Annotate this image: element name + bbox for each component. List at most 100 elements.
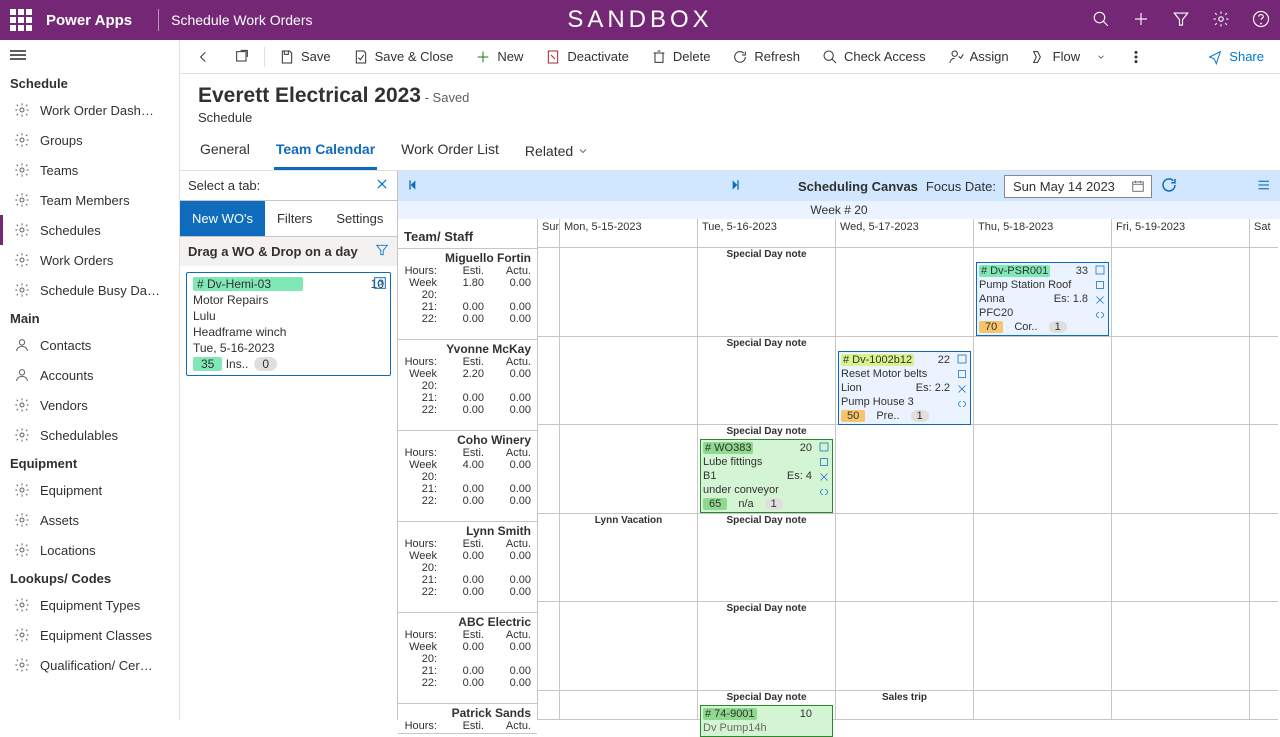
calendar-cell[interactable]: Special Day note # 74-900110 Dv Pump14h [698,691,835,720]
nav-item[interactable]: Groups [0,125,179,155]
calendar-cell[interactable] [1112,248,1249,337]
filter-icon[interactable] [375,243,389,260]
nav-item[interactable]: Schedule Busy Da… [0,275,179,305]
subtab-new-wos[interactable]: New WO's [180,201,265,236]
tab-related[interactable]: Related [523,135,591,170]
calendar-wo-card[interactable]: # Dv-1002b1222 Reset Motor belts LionEs:… [838,351,971,425]
calendar-cell[interactable] [1250,602,1278,691]
share-button[interactable]: Share [1199,45,1272,69]
nav-collapse-button[interactable] [0,40,179,70]
calendar-cell[interactable] [538,337,559,426]
calendar-cell[interactable] [974,691,1111,720]
calendar-cell[interactable] [538,514,559,603]
filter-icon[interactable] [1172,10,1190,31]
calendar-cell[interactable] [974,425,1111,514]
nav-item[interactable]: Accounts [0,360,179,390]
calendar-cell[interactable]: Special Day note [698,248,835,337]
calendar-cell[interactable] [560,602,697,691]
calendar-cell[interactable] [538,425,559,514]
tab-work-order-list[interactable]: Work Order List [399,135,501,170]
wo-card-action-icon[interactable] [372,275,388,294]
deactivate-button[interactable]: Deactivate [537,45,636,69]
nav-item[interactable]: Work Order Dash… [0,95,179,125]
nav-item[interactable]: Equipment [0,475,179,505]
nav-item[interactable]: Schedules [0,215,179,245]
nav-item[interactable]: Contacts [0,330,179,360]
calendar-cell[interactable] [538,691,559,720]
calendar-cell[interactable]: Special Day note [698,337,835,426]
back-button[interactable] [188,45,220,69]
panel-close-icon[interactable] [375,177,389,194]
search-icon[interactable] [1092,10,1110,31]
save-close-button[interactable]: Save & Close [345,45,462,69]
nav-item[interactable]: Locations [0,535,179,565]
nav-item[interactable]: Teams [0,155,179,185]
app-launcher-icon[interactable] [10,9,32,31]
next-week-button[interactable] [726,177,742,196]
calendar-refresh-icon[interactable] [1160,176,1178,197]
nav-item[interactable]: Equipment Classes [0,620,179,650]
open-new-window-button[interactable] [226,45,258,69]
nav-item[interactable]: Assets [0,505,179,535]
wo-card[interactable]: # Dv-Hemi-0310 Motor Repairs Lulu Headfr… [186,272,391,376]
calendar-cell[interactable] [1112,425,1249,514]
help-icon[interactable] [1252,10,1270,31]
tab-team-calendar[interactable]: Team Calendar [274,135,377,170]
prev-week-button[interactable] [406,177,422,196]
calendar-cell[interactable] [1250,691,1278,720]
nav-item-icon [14,397,30,413]
calendar-cell[interactable]: # Dv-PSR00133 Pump Station Roof AnnaEs: … [974,248,1111,337]
calendar-cell[interactable] [836,248,973,337]
calendar-cell[interactable]: Special Day note [698,602,835,691]
save-button[interactable]: Save [271,45,339,69]
nav-item[interactable]: Equipment Types [0,590,179,620]
calendar-cell[interactable] [1250,514,1278,603]
calendar-cell[interactable]: # Dv-1002b1222 Reset Motor belts LionEs:… [836,337,973,426]
calendar-cell[interactable] [836,514,973,603]
calendar-cell[interactable] [1250,425,1278,514]
nav-item[interactable]: Schedulables [0,420,179,450]
settings-icon[interactable] [1212,10,1230,31]
calendar-cell[interactable] [538,602,559,691]
calendar-cell[interactable] [1250,248,1278,337]
more-commands-button[interactable] [1120,45,1152,69]
nav-item[interactable]: Vendors [0,390,179,420]
calendar-cell[interactable]: Sales trip [836,691,973,720]
flow-button[interactable]: Flow [1023,45,1114,69]
calendar-cell[interactable] [974,602,1111,691]
check-access-button[interactable]: Check Access [814,45,934,69]
calendar-cell[interactable] [560,337,697,426]
assign-button[interactable]: Assign [940,45,1017,69]
calendar-cell[interactable] [1112,602,1249,691]
tab-general[interactable]: General [198,135,252,170]
calendar-wo-card[interactable]: # 74-900110 Dv Pump14h [700,705,833,737]
delete-button[interactable]: Delete [643,45,719,69]
refresh-button[interactable]: Refresh [724,45,808,69]
calendar-cell[interactable] [560,248,697,337]
calendar-cell[interactable] [1112,337,1249,426]
calendar-cell[interactable] [560,425,697,514]
calendar-cell[interactable]: Special Day note # WO38320 Lube fittings… [698,425,835,514]
calendar-wo-card[interactable]: # Dv-PSR00133 Pump Station Roof AnnaEs: … [976,262,1109,336]
calendar-cell[interactable] [836,425,973,514]
subtab-settings[interactable]: Settings [324,201,395,236]
new-button[interactable]: New [467,45,531,69]
nav-item[interactable]: Qualification/ Cer… [0,650,179,680]
calendar-cell[interactable] [974,514,1111,603]
calendar-cell[interactable] [1112,691,1249,720]
calendar-cell[interactable]: Lynn Vacation [560,514,697,603]
calendar-cell[interactable] [836,602,973,691]
subtab-filters[interactable]: Filters [265,201,324,236]
calendar-wo-card[interactable]: # WO38320 Lube fittings B1Es: 4 under co… [700,439,833,513]
calendar-cell[interactable] [538,248,559,337]
nav-item[interactable]: Team Members [0,185,179,215]
focus-date-picker[interactable]: Sun May 14 2023 [1004,175,1152,198]
calendar-cell[interactable] [1112,514,1249,603]
calendar-cell[interactable] [974,337,1111,426]
calendar-cell[interactable] [560,691,697,720]
calendar-list-view-icon[interactable] [1254,176,1272,197]
add-icon[interactable] [1132,10,1150,31]
calendar-cell[interactable] [1250,337,1278,426]
calendar-cell[interactable]: Special Day note [698,514,835,603]
nav-item[interactable]: Work Orders [0,245,179,275]
